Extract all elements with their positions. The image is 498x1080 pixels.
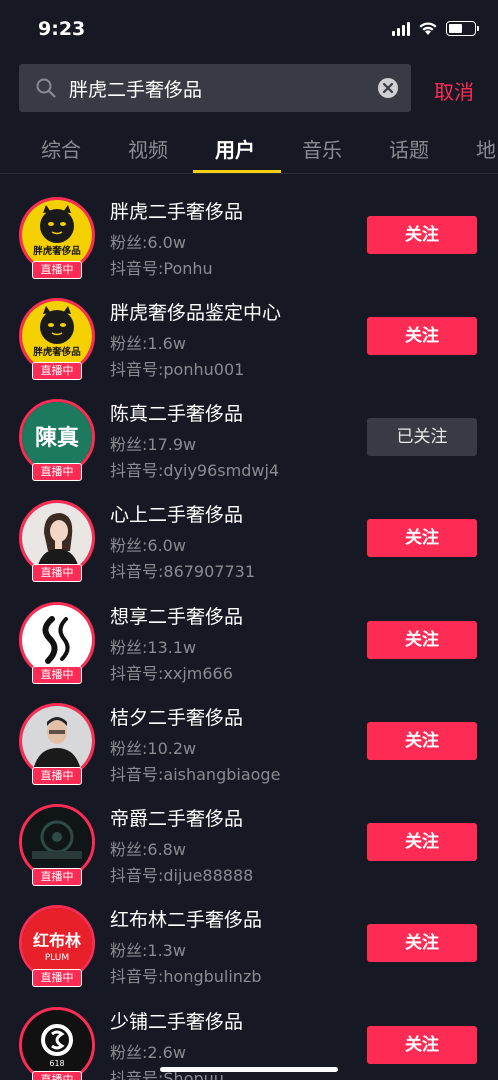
user-id: 抖音号:xxjm666 xyxy=(110,664,233,683)
avatar-logo-subtext: PLUM xyxy=(45,953,69,963)
live-badge: 直播中 xyxy=(32,463,82,481)
tab-general[interactable]: 综合 xyxy=(41,134,81,163)
user-id: 抖音号:867907731 xyxy=(110,562,256,581)
user-id: 抖音号:dijue88888 xyxy=(110,866,254,885)
live-badge: 直播中 xyxy=(32,767,82,785)
avatar-logo-text: 陳真 xyxy=(35,425,79,451)
live-badge: 直播中 xyxy=(32,666,82,684)
avatar[interactable]: 直播中 xyxy=(19,500,95,582)
home-indicator[interactable] xyxy=(160,1067,338,1072)
user-name: 胖虎奢侈品鉴定中心 xyxy=(110,302,282,324)
tab-users[interactable]: 用户 xyxy=(215,134,255,163)
cancel-button[interactable]: 取消 xyxy=(434,76,474,105)
user-name: 想享二手奢侈品 xyxy=(110,606,244,628)
chenzhen-logo-icon: 陳真 xyxy=(22,402,92,472)
user-id: 抖音号:aishangbiaoge xyxy=(110,765,281,784)
search-bar[interactable]: 胖虎二手奢侈品 xyxy=(19,64,411,112)
user-name: 少铺二手奢侈品 xyxy=(110,1011,244,1033)
user-name: 心上二手奢侈品 xyxy=(110,504,244,526)
user-fans: 粉丝:1.6w xyxy=(110,334,186,353)
avatar[interactable]: 直播中 xyxy=(19,602,95,684)
user-fans: 粉丝:17.9w xyxy=(110,435,197,454)
live-badge: 直播中 xyxy=(32,969,82,987)
follow-button[interactable]: 关注 xyxy=(367,519,477,557)
user-row[interactable]: 陳真 直播中 陈真二手奢侈品 粉丝:17.9w 抖音号:dyiy96smdwj4… xyxy=(0,387,498,488)
user-fans: 粉丝:1.3w xyxy=(110,941,186,960)
avatar[interactable]: 红布林 PLUM 直播中 xyxy=(19,905,95,987)
user-fans: 粉丝:2.6w xyxy=(110,1043,186,1062)
follow-button[interactable]: 关注 xyxy=(367,823,477,861)
live-badge: 直播中 xyxy=(32,362,82,380)
shaopu-logo-icon: 618 xyxy=(22,1010,92,1080)
panghu-logo-icon: 胖虎奢侈品 xyxy=(22,200,92,270)
follow-button[interactable]: 关注 xyxy=(367,722,477,760)
avatar-logo-text: 618 xyxy=(49,1059,64,1068)
xiangxiang-logo-icon xyxy=(22,605,92,675)
follow-button[interactable]: 关注 xyxy=(367,1026,477,1064)
avatar-logo-text: 红布林 xyxy=(33,931,81,950)
status-bar: 9:23 xyxy=(0,0,498,60)
tab-topics[interactable]: 话题 xyxy=(389,134,429,163)
avatar[interactable]: 胖虎奢侈品 直播中 xyxy=(19,197,95,279)
battery-icon xyxy=(446,21,479,36)
user-id: 抖音号:hongbulinzb xyxy=(110,967,262,986)
user-id: 抖音号:dyiy96smdwj4 xyxy=(110,461,280,480)
user-row[interactable]: 直播中 桔夕二手奢侈品 粉丝:10.2w 抖音号:aishangbiaoge 关… xyxy=(0,691,498,792)
status-icons xyxy=(392,21,479,36)
follow-button[interactable]: 关注 xyxy=(367,216,477,254)
avatar[interactable]: 直播中 xyxy=(19,804,95,886)
tab-active-indicator xyxy=(193,170,281,173)
clear-icon[interactable] xyxy=(377,77,399,99)
user-fans: 粉丝:13.1w xyxy=(110,638,197,657)
following-button[interactable]: 已关注 xyxy=(367,418,477,456)
tab-music[interactable]: 音乐 xyxy=(302,134,342,163)
follow-button[interactable]: 关注 xyxy=(367,621,477,659)
avatar-logo-text: 胖虎奢侈品 xyxy=(32,346,81,358)
user-row[interactable]: 胖虎奢侈品 直播中 胖虎二手奢侈品 粉丝:6.0w 抖音号:Ponhu 关注 xyxy=(0,185,498,286)
avatar-logo-text: 胖虎奢侈品 xyxy=(32,245,81,257)
woman-portrait-icon xyxy=(22,503,92,573)
live-badge: 直播中 xyxy=(32,261,82,279)
user-row[interactable]: 红布林 PLUM 直播中 红布林二手奢侈品 粉丝:1.3w 抖音号:hongbu… xyxy=(0,893,498,994)
user-row[interactable]: 胖虎奢侈品 直播中 胖虎奢侈品鉴定中心 粉丝:1.6w 抖音号:ponhu001… xyxy=(0,286,498,387)
user-name: 帝爵二手奢侈品 xyxy=(110,808,244,830)
live-badge: 直播中 xyxy=(32,564,82,582)
plum-logo-icon: 红布林 PLUM xyxy=(22,908,92,978)
avatar[interactable]: 618 直播中 xyxy=(19,1007,95,1080)
live-badge: 直播中 xyxy=(32,868,82,886)
user-name: 桔夕二手奢侈品 xyxy=(110,707,244,729)
search-input[interactable]: 胖虎二手奢侈品 xyxy=(69,75,377,102)
user-fans: 粉丝:6.0w xyxy=(110,536,186,555)
user-row[interactable]: 直播中 帝爵二手奢侈品 粉丝:6.8w 抖音号:dijue88888 关注 xyxy=(0,792,498,893)
user-name: 红布林二手奢侈品 xyxy=(110,909,263,931)
wifi-icon xyxy=(419,22,437,35)
search-tabs: 综合 视频 用户 音乐 话题 地 xyxy=(0,122,498,174)
avatar[interactable]: 直播中 xyxy=(19,703,95,785)
user-id: 抖音号:Ponhu xyxy=(110,259,213,278)
dijue-logo-icon xyxy=(22,807,92,877)
follow-button[interactable]: 关注 xyxy=(367,924,477,962)
follow-button[interactable]: 关注 xyxy=(367,317,477,355)
user-fans: 粉丝:6.0w xyxy=(110,233,186,252)
tab-places[interactable]: 地 xyxy=(476,134,496,163)
user-name: 胖虎二手奢侈品 xyxy=(110,201,244,223)
tab-videos[interactable]: 视频 xyxy=(128,134,168,163)
user-row[interactable]: 直播中 想享二手奢侈品 粉丝:13.1w 抖音号:xxjm666 关注 xyxy=(0,590,498,691)
signal-icon xyxy=(392,21,410,36)
user-id: 抖音号:ponhu001 xyxy=(110,360,245,379)
panghu-logo-icon: 胖虎奢侈品 xyxy=(22,301,92,371)
search-icon xyxy=(36,78,56,98)
user-name: 陈真二手奢侈品 xyxy=(110,403,244,425)
man-portrait-icon xyxy=(22,706,92,776)
live-badge: 直播中 xyxy=(32,1071,82,1080)
avatar[interactable]: 陳真 直播中 xyxy=(19,399,95,481)
avatar[interactable]: 胖虎奢侈品 直播中 xyxy=(19,298,95,380)
user-fans: 粉丝:10.2w xyxy=(110,739,197,758)
user-fans: 粉丝:6.8w xyxy=(110,840,186,859)
status-time: 9:23 xyxy=(38,18,86,40)
user-row[interactable]: 直播中 心上二手奢侈品 粉丝:6.0w 抖音号:867907731 关注 xyxy=(0,488,498,589)
